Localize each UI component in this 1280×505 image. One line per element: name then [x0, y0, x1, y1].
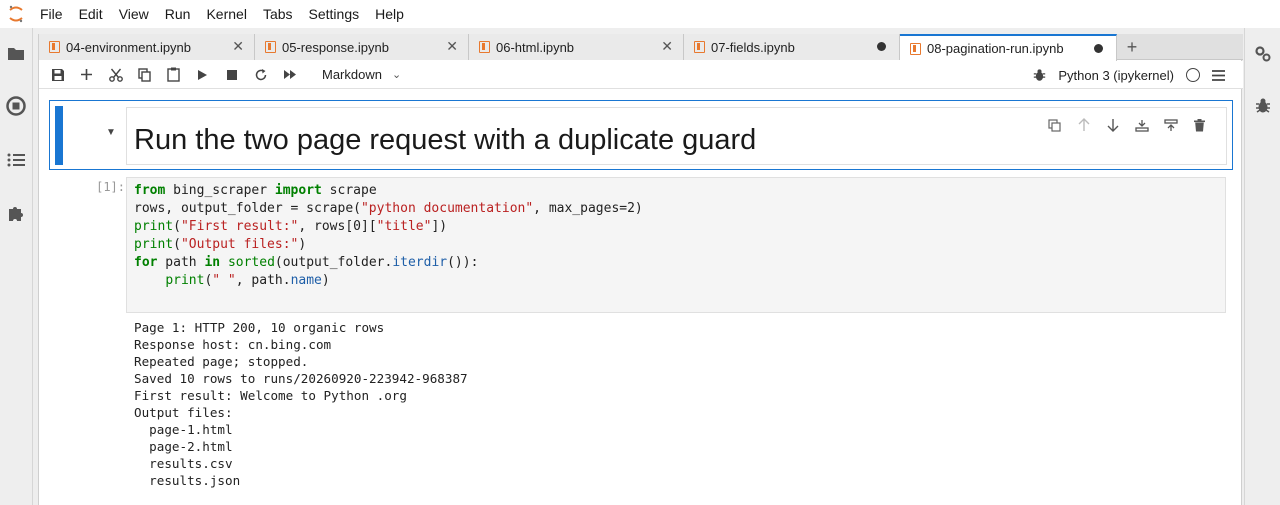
- extensions-puzzle-icon[interactable]: [5, 202, 27, 224]
- insert-cell-above-icon[interactable]: [1156, 114, 1185, 136]
- tab-05-response[interactable]: 05-response.ipynb ✕: [255, 34, 469, 60]
- code-line-1: from bing_scraper import scrape: [134, 183, 377, 198]
- right-sidebar: [1244, 28, 1280, 505]
- code-line-5: for path in sorted(output_folder.iterdir…: [134, 255, 479, 270]
- notebook-icon: [910, 42, 921, 55]
- jupyter-logo-icon: [0, 0, 32, 28]
- notebook-icon: [265, 41, 276, 53]
- delete-cell-trash-icon[interactable]: [1185, 114, 1214, 136]
- output-line: results.csv: [134, 456, 233, 471]
- debugger-bug-icon[interactable]: [1253, 96, 1273, 116]
- output-line: First result: Welcome to Python .org: [134, 388, 407, 403]
- notebook-icon: [479, 41, 490, 53]
- unsaved-dot-icon[interactable]: [1094, 44, 1103, 53]
- tab-label: 05-response.ipynb: [282, 39, 389, 55]
- tab-04-environment[interactable]: 04-environment.ipynb ✕: [39, 34, 255, 60]
- notebook-icon: [49, 41, 60, 53]
- output-line: Repeated page; stopped.: [134, 354, 309, 369]
- menu-run[interactable]: Run: [157, 0, 199, 28]
- menu-edit[interactable]: Edit: [71, 0, 111, 28]
- cell-actions-toolbar: [1040, 114, 1214, 136]
- menu-tabs[interactable]: Tabs: [255, 0, 301, 28]
- tab-bar: 04-environment.ipynb ✕ 05-response.ipynb…: [39, 34, 1243, 61]
- insert-cell-plus-icon[interactable]: [72, 61, 101, 89]
- menu-file[interactable]: File: [32, 0, 71, 28]
- folder-icon[interactable]: [5, 42, 27, 64]
- unsaved-dot-icon[interactable]: [877, 42, 886, 51]
- hamburger-menu-icon[interactable]: [1212, 69, 1225, 81]
- property-inspector-gears-icon[interactable]: [1253, 44, 1273, 64]
- new-tab-plus-icon[interactable]: +: [1119, 34, 1145, 60]
- output-line: Page 1: HTTP 200, 10 organic rows: [134, 320, 385, 335]
- tab-06-html[interactable]: 06-html.ipynb ✕: [469, 34, 684, 60]
- insert-cell-below-icon[interactable]: [1127, 114, 1156, 136]
- execution-count-prompt: [1]:: [96, 180, 125, 194]
- tab-label: 07-fields.ipynb: [711, 39, 795, 55]
- paste-clipboard-icon[interactable]: [159, 61, 188, 89]
- code-line-4: print("Output files:"): [134, 237, 307, 252]
- chevron-down-icon: ⌄: [391, 69, 402, 81]
- output-line: results.json: [134, 473, 241, 488]
- tab-label: 08-pagination-run.ipynb: [927, 41, 1064, 56]
- cell-collapser-bar[interactable]: [55, 106, 63, 165]
- cell-output: Page 1: HTTP 200, 10 organic rows Respon…: [134, 319, 468, 489]
- move-down-arrow-icon[interactable]: [1098, 114, 1127, 136]
- move-up-arrow-icon[interactable]: [1069, 114, 1098, 136]
- code-source: from bing_scraper import scrape rows, ou…: [134, 182, 643, 290]
- tab-label: 04-environment.ipynb: [66, 39, 192, 55]
- menu-view[interactable]: View: [111, 0, 157, 28]
- menu-bar: File Edit View Run Kernel Tabs Settings …: [0, 0, 1280, 28]
- code-cell-editor[interactable]: from bing_scraper import scrape rows, ou…: [126, 177, 1226, 313]
- notebook-panel: 04-environment.ipynb ✕ 05-response.ipynb…: [38, 34, 1243, 505]
- output-line: page-2.html: [134, 439, 233, 454]
- restart-icon[interactable]: [246, 61, 275, 89]
- code-line-2: rows, output_folder = scrape("python doc…: [134, 201, 643, 216]
- kernel-idle-circle-icon: [1186, 68, 1200, 82]
- output-line: Output files:: [134, 405, 233, 420]
- left-sidebar: [0, 28, 33, 505]
- kernel-name[interactable]: Python 3 (ipykernel): [1058, 68, 1174, 83]
- tab-07-fields[interactable]: 07-fields.ipynb: [684, 34, 900, 60]
- output-line: page-1.html: [134, 422, 233, 437]
- tab-08-pagination-run[interactable]: 08-pagination-run.ipynb: [900, 34, 1117, 61]
- notebook-toolbar: Markdown ⌄ Python 3 (ipykernel): [39, 61, 1243, 89]
- markdown-heading: Run the two page request with a duplicat…: [134, 124, 757, 156]
- save-icon[interactable]: [43, 61, 72, 89]
- fast-forward-run-all-icon[interactable]: [275, 61, 304, 89]
- run-play-icon[interactable]: [188, 61, 217, 89]
- menu-help[interactable]: Help: [367, 0, 412, 28]
- cell-type-select[interactable]: Markdown ⌄: [322, 67, 401, 82]
- output-line: Response host: cn.bing.com: [134, 337, 332, 352]
- code-line-3: print("First result:", rows[0]["title"]): [134, 219, 448, 234]
- menu-kernel[interactable]: Kernel: [198, 0, 254, 28]
- code-line-6: print(" ", path.name): [165, 273, 330, 288]
- output-line: Saved 10 rows to runs/20260920-223942-96…: [134, 371, 468, 386]
- debugger-bug-icon[interactable]: [1033, 68, 1046, 82]
- collapse-triangle-icon[interactable]: ▼: [106, 127, 116, 138]
- close-icon[interactable]: ✕: [446, 39, 458, 53]
- menu-settings[interactable]: Settings: [301, 0, 368, 28]
- notebook-icon: [694, 41, 705, 53]
- interrupt-stop-icon[interactable]: [217, 61, 246, 89]
- duplicate-cell-icon[interactable]: [1040, 114, 1069, 136]
- cell-type-value: Markdown: [322, 67, 382, 82]
- running-kernels-icon[interactable]: [5, 95, 27, 117]
- cut-scissors-icon[interactable]: [101, 61, 130, 89]
- tab-label: 06-html.ipynb: [496, 39, 575, 55]
- markdown-cell-content[interactable]: Run the two page request with a duplicat…: [126, 107, 1227, 165]
- markdown-cell[interactable]: ▼ Run the two page request with a duplic…: [49, 100, 1233, 170]
- close-icon[interactable]: ✕: [661, 39, 673, 53]
- close-icon[interactable]: ✕: [232, 39, 244, 53]
- table-of-contents-icon[interactable]: [5, 149, 27, 171]
- kernel-status-area: Python 3 (ipykernel): [1027, 61, 1231, 89]
- copy-icon[interactable]: [130, 61, 159, 89]
